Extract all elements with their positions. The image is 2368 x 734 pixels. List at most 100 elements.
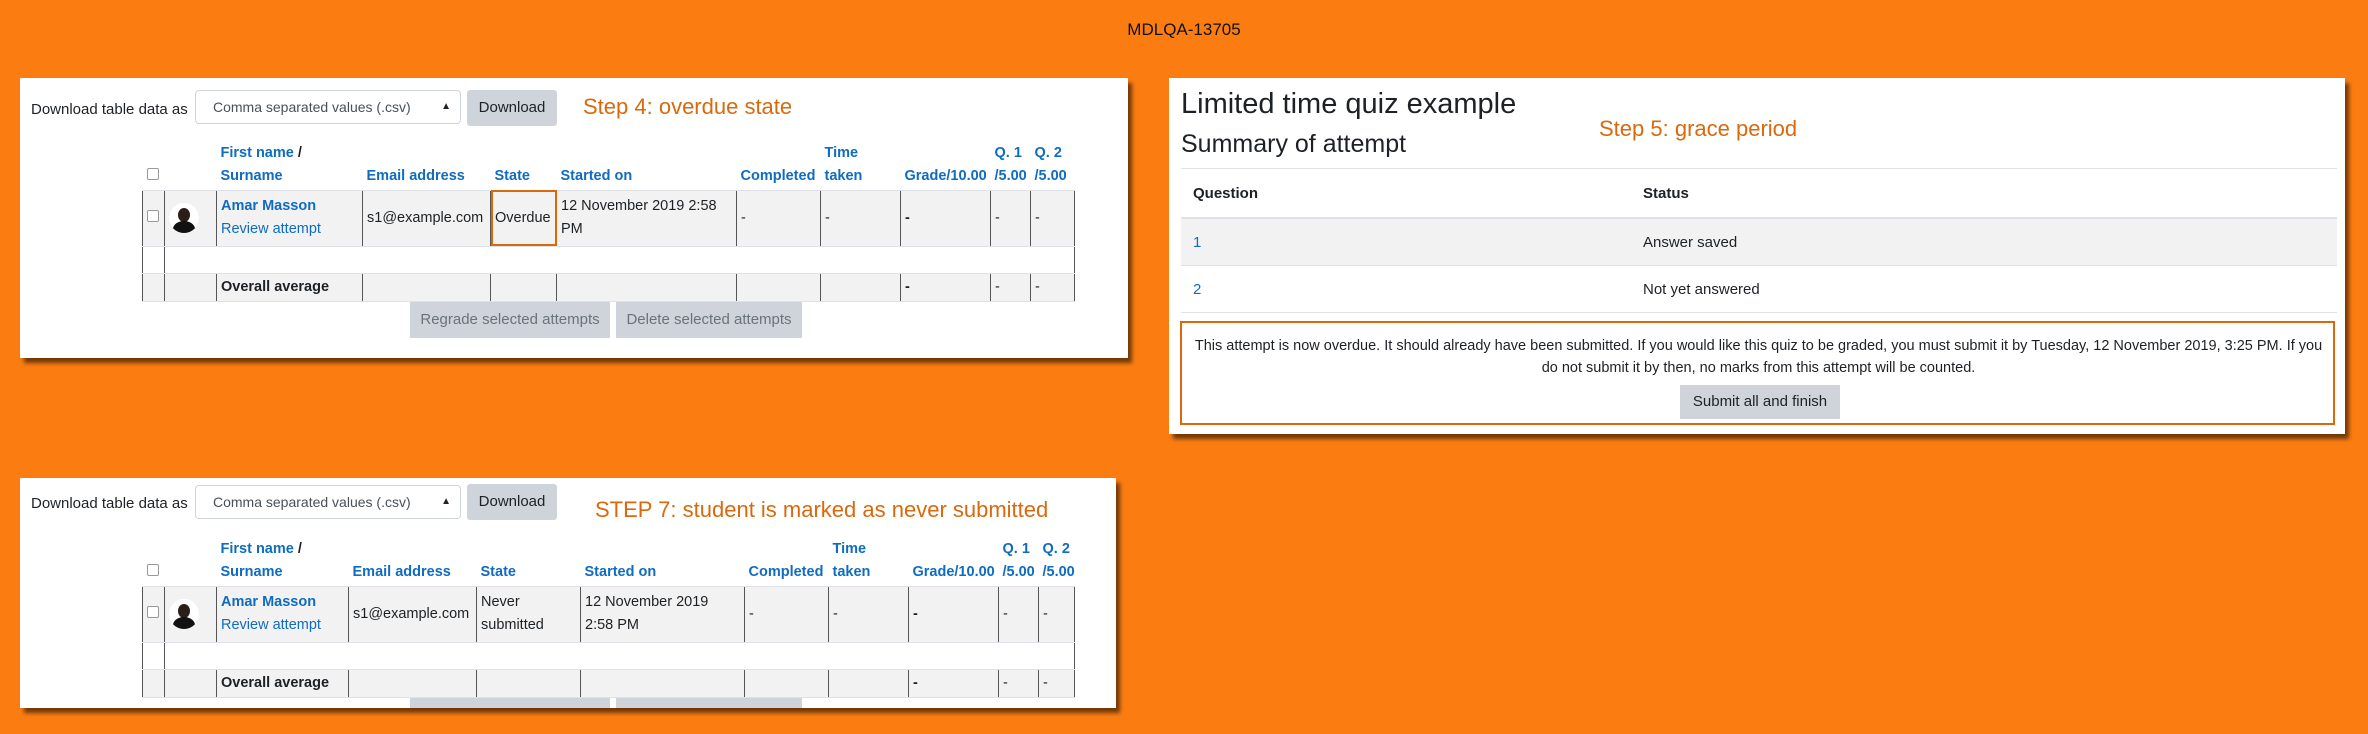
average-q1: - [998, 669, 1039, 698]
grade-cell: - [900, 190, 991, 247]
row-checkbox[interactable] [147, 605, 159, 618]
q1-header[interactable]: Q. 1 /5.00 [990, 134, 1031, 191]
average-row: Overall average - - - [142, 273, 1075, 302]
overdue-state-panel: Download table data as Comma separated v… [20, 78, 1128, 358]
question-link[interactable]: 2 [1181, 265, 1631, 313]
attempts-table: First name / Surname Email address State … [142, 530, 1075, 698]
download-format-value: Comma separated values (.csv) [213, 99, 411, 115]
started-on-header[interactable]: Started on [556, 134, 737, 191]
completed-header[interactable]: Completed [744, 530, 829, 587]
select-all-checkbox[interactable] [146, 167, 159, 180]
delete-selected-button[interactable] [616, 698, 802, 708]
review-attempt-link[interactable]: Review attempt [221, 617, 321, 633]
first-name-sort[interactable]: First name [221, 541, 294, 557]
surname-sort[interactable]: Surname [221, 564, 283, 580]
average-grade: - [900, 273, 991, 302]
state-cell: Overdue [490, 190, 557, 247]
avatar[interactable] [169, 599, 199, 629]
table-row: 1 Answer saved [1181, 218, 2337, 266]
picture-header [164, 134, 217, 191]
name-header[interactable]: First name / Surname [216, 530, 349, 587]
time-taken-header[interactable]: Time taken [820, 134, 901, 191]
select-all-header [142, 530, 165, 587]
started-on-header[interactable]: Started on [580, 530, 745, 587]
grade-header[interactable]: Grade/10.00 [908, 530, 999, 587]
never-submitted-panel: Download table data as Comma separated v… [20, 478, 1116, 708]
row-checkbox[interactable] [147, 209, 159, 222]
q1-header[interactable]: Q. 1 /5.00 [998, 530, 1039, 587]
q2-cell[interactable]: - [1038, 586, 1075, 643]
completed-cell: - [736, 190, 821, 247]
question-link[interactable]: 1 [1181, 218, 1631, 266]
regrade-selected-button[interactable]: Regrade selected attempts [410, 302, 610, 338]
email-cell: s1@example.com [362, 190, 491, 247]
table-row: 2 Not yet answered [1181, 265, 2337, 313]
select-all-checkbox[interactable] [146, 563, 159, 576]
step5-annotation: Step 5: grace period [1599, 116, 1798, 141]
average-label: Overall average [216, 669, 349, 698]
download-button[interactable]: Download [467, 484, 557, 520]
average-row: Overall average - - - [142, 669, 1075, 698]
picture-header [164, 530, 217, 587]
student-name-link[interactable]: Amar Masson [221, 594, 316, 610]
header-slash: / [293, 144, 302, 161]
student-name-link[interactable]: Amar Masson [221, 198, 316, 214]
started-on-cell: 12 November 2019 2:58 PM [580, 586, 745, 643]
download-button[interactable]: Download [467, 90, 557, 126]
download-format-select[interactable]: Comma separated values (.csv) ▲ [195, 90, 461, 124]
attempts-table: First name / Surname Email address State … [142, 134, 1075, 302]
first-name-sort[interactable]: First name [221, 145, 294, 161]
q2-header[interactable]: Q. 2 /5.00 [1030, 134, 1075, 191]
status-header: Status [1631, 168, 2337, 219]
state-header[interactable]: State [490, 134, 557, 191]
download-format-value: Comma separated values (.csv) [213, 494, 411, 510]
q1-cell[interactable]: - [998, 586, 1039, 643]
state-header[interactable]: State [476, 530, 581, 587]
table-spacer-row [142, 642, 1075, 670]
summary-heading: Summary of attempt [1181, 130, 1407, 158]
q2-cell[interactable]: - [1030, 190, 1075, 247]
step7-annotation: STEP 7: student is marked as never submi… [595, 497, 1049, 522]
completed-cell: - [744, 586, 829, 643]
row-select-cell [142, 190, 165, 247]
overdue-notice: This attempt is now overdue. It should a… [1180, 321, 2335, 425]
surname-sort[interactable]: Surname [221, 168, 283, 184]
email-cell: s1@example.com [348, 586, 477, 643]
overdue-message: This attempt is now overdue. It should a… [1194, 338, 2323, 376]
email-header[interactable]: Email address [362, 134, 491, 191]
header-slash: / [293, 540, 302, 557]
table-row: Amar Masson Review attempt s1@example.com… [142, 586, 1075, 643]
average-q2: - [1038, 669, 1075, 698]
submit-all-button[interactable]: Submit all and finish [1680, 385, 1840, 419]
average-label: Overall average [216, 273, 363, 302]
regrade-selected-button[interactable] [410, 698, 610, 708]
attempt-summary-table: Question Status 1 Answer saved 2 Not yet… [1181, 168, 2337, 313]
time-taken-cell: - [828, 586, 909, 643]
name-header[interactable]: First name / Surname [216, 134, 363, 191]
grace-period-panel: Limited time quiz example Summary of att… [1169, 78, 2345, 434]
started-on-cell: 12 November 2019 2:58 PM [556, 190, 737, 247]
q2-header[interactable]: Q. 2 /5.00 [1038, 530, 1075, 587]
q1-cell[interactable]: - [990, 190, 1031, 247]
delete-selected-button[interactable]: Delete selected attempts [616, 302, 802, 338]
grade-header[interactable]: Grade/10.00 [900, 134, 991, 191]
download-format-select[interactable]: Comma separated values (.csv) ▲ [195, 485, 461, 519]
select-arrows-icon: ▲ [441, 496, 451, 507]
question-status: Not yet answered [1631, 265, 2337, 313]
download-label: Download table data as [31, 495, 188, 512]
step4-annotation: Step 4: overdue state [583, 94, 793, 119]
avatar[interactable] [169, 203, 199, 233]
completed-header[interactable]: Completed [736, 134, 821, 191]
email-header[interactable]: Email address [348, 530, 477, 587]
average-q1: - [990, 273, 1031, 302]
time-taken-header[interactable]: Time taken [828, 530, 909, 587]
grade-cell: - [908, 586, 999, 643]
select-arrows-icon: ▲ [441, 101, 451, 112]
table-row: Amar Masson Review attempt s1@example.com… [142, 190, 1075, 247]
question-status: Answer saved [1631, 218, 2337, 266]
review-attempt-link[interactable]: Review attempt [221, 221, 321, 237]
question-header: Question [1181, 168, 1631, 219]
picture-cell [164, 190, 217, 247]
page-title: MDLQA-13705 [1127, 20, 1241, 39]
average-grade: - [908, 669, 999, 698]
